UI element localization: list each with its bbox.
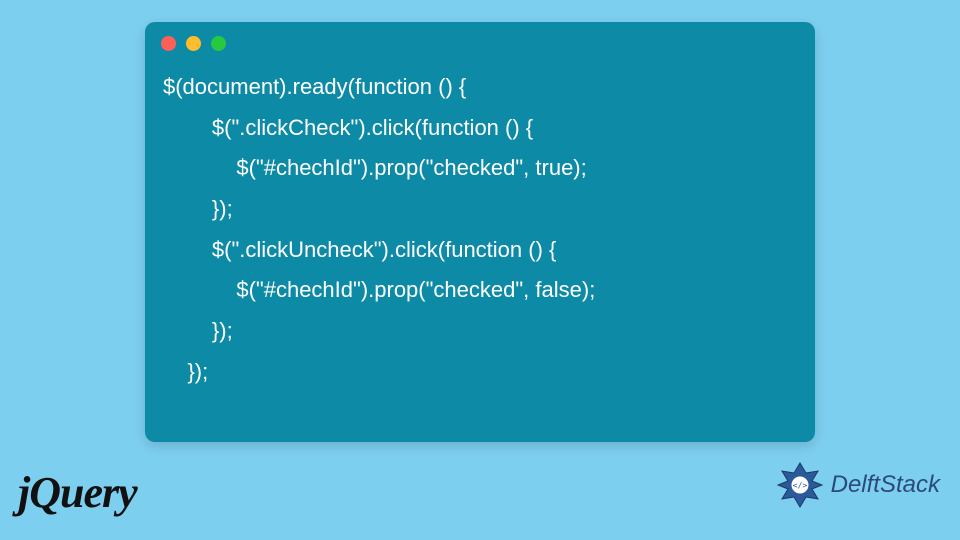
delftstack-text: DelftStack <box>831 471 940 499</box>
delftstack-emblem-icon: </> <box>775 460 825 510</box>
svg-text:</>: </> <box>792 481 807 490</box>
minimize-icon <box>186 36 201 51</box>
jquery-logo: jQuery <box>18 467 137 518</box>
code-line: }); <box>163 196 233 221</box>
code-content: $(document).ready(function () { $(".clic… <box>145 59 815 411</box>
maximize-icon <box>211 36 226 51</box>
delftstack-logo: </> DelftStack <box>775 460 940 510</box>
code-line: }); <box>163 318 233 343</box>
window-controls <box>145 22 815 59</box>
code-line: $("#chechId").prop("checked", true); <box>163 155 587 180</box>
code-line: $("#chechId").prop("checked", false); <box>163 277 595 302</box>
code-line: $(".clickCheck").click(function () { <box>163 115 533 140</box>
code-line: $(".clickUncheck").click(function () { <box>163 237 556 262</box>
close-icon <box>161 36 176 51</box>
code-window: $(document).ready(function () { $(".clic… <box>145 22 815 442</box>
code-line: $(document).ready(function () { <box>163 74 466 99</box>
code-line: }); <box>163 359 208 384</box>
